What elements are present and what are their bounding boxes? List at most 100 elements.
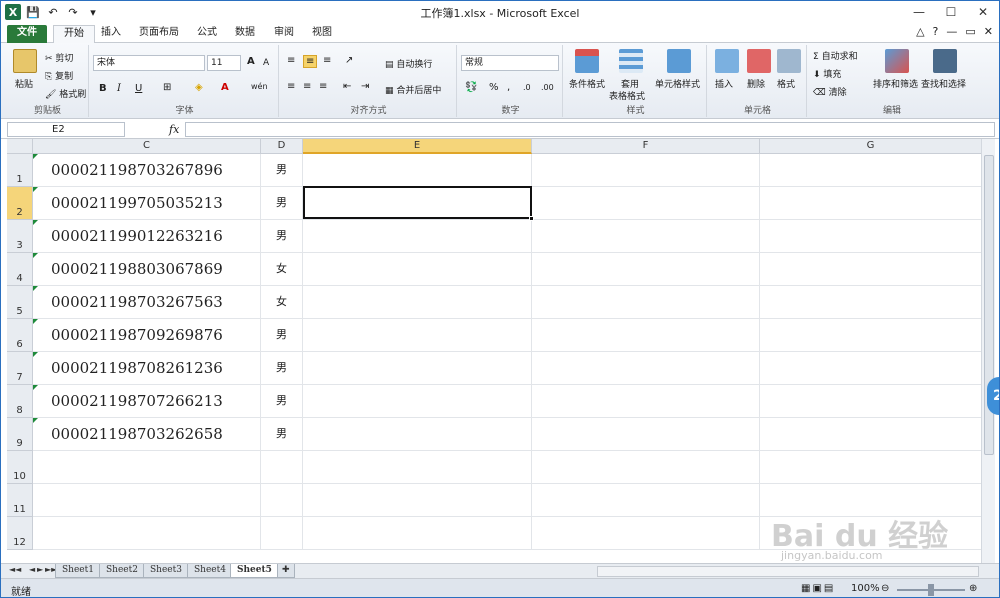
find-select-button[interactable]: 查找和选择 — [921, 77, 966, 90]
comma-button[interactable]: , — [507, 82, 510, 93]
row-header[interactable]: 7 — [7, 352, 33, 385]
doc-minimize-icon[interactable]: — — [946, 25, 957, 38]
borders-icon[interactable]: ⊞ — [163, 82, 171, 93]
empty-cell[interactable] — [532, 154, 760, 187]
empty-cell[interactable] — [532, 484, 760, 517]
doc-restore-icon[interactable]: ▭ — [965, 25, 975, 38]
font-color-icon[interactable]: A — [221, 82, 229, 93]
cell-id-number[interactable]: 000021198708261236 — [33, 352, 261, 385]
align-middle-icon[interactable]: ≡ — [303, 55, 318, 68]
paste-button[interactable]: 粘贴 — [15, 77, 33, 90]
empty-cell[interactable] — [303, 418, 532, 451]
column-header-d[interactable]: D — [261, 139, 303, 154]
empty-cell[interactable] — [303, 385, 532, 418]
format-as-table-icon[interactable] — [619, 49, 643, 73]
insert-cells-icon[interactable] — [715, 49, 739, 73]
cell-id-number[interactable] — [33, 517, 261, 550]
cell-id-number[interactable] — [33, 484, 261, 517]
align-center-icon[interactable]: ≡ — [303, 81, 311, 92]
empty-cell[interactable] — [532, 352, 760, 385]
cell-gender[interactable]: 男 — [261, 352, 303, 385]
underline-button[interactable]: U — [135, 83, 142, 94]
tab-page-layout[interactable]: 页面布局 — [129, 25, 189, 43]
sort-filter-icon[interactable] — [885, 49, 909, 73]
row-header[interactable]: 2 — [7, 187, 33, 220]
empty-cell[interactable] — [303, 286, 532, 319]
doc-close-icon[interactable]: ✕ — [984, 25, 993, 38]
empty-cell[interactable] — [760, 385, 982, 418]
help-icon[interactable]: ? — [933, 25, 939, 38]
cell-styles-button[interactable]: 单元格样式 — [655, 77, 700, 90]
cell-id-number[interactable]: 000021198703267563 — [33, 286, 261, 319]
format-painter-button[interactable]: 🖌 格式刷 — [45, 87, 86, 100]
row-header[interactable]: 5 — [7, 286, 33, 319]
find-select-icon[interactable] — [933, 49, 957, 73]
row-header[interactable]: 10 — [7, 451, 33, 484]
empty-cell[interactable] — [532, 187, 760, 220]
tab-view[interactable]: 视图 — [302, 25, 342, 43]
empty-cell[interactable] — [532, 286, 760, 319]
bold-button[interactable]: B — [99, 83, 107, 94]
empty-cell[interactable] — [303, 154, 532, 187]
cell-gender[interactable]: 男 — [261, 220, 303, 253]
column-header-g[interactable]: G — [760, 139, 982, 154]
fill-button[interactable]: ⬇ 填充 — [813, 67, 841, 80]
fill-handle[interactable] — [529, 216, 534, 221]
row-header[interactable]: 6 — [7, 319, 33, 352]
next-sheet-button[interactable]: ► — [37, 565, 43, 574]
column-header-e[interactable]: E — [303, 139, 532, 154]
delete-cells-icon[interactable] — [747, 49, 771, 73]
cell-gender[interactable]: 男 — [261, 187, 303, 220]
close-button[interactable]: ✕ — [967, 1, 999, 23]
sheet-tab-3[interactable]: Sheet3 — [143, 564, 189, 578]
select-all-corner[interactable] — [7, 139, 33, 154]
copy-button[interactable]: ⎘ 复制 — [45, 69, 73, 82]
empty-cell[interactable] — [760, 187, 982, 220]
paste-icon[interactable] — [13, 49, 37, 73]
phonetic-button[interactable]: wén — [251, 82, 268, 91]
cell-styles-icon[interactable] — [667, 49, 691, 73]
align-bottom-icon[interactable]: ≡ — [323, 55, 331, 66]
tab-insert[interactable]: 插入 — [91, 25, 131, 43]
column-header-f[interactable]: F — [532, 139, 760, 154]
empty-cell[interactable] — [303, 517, 532, 550]
delete-cells-button[interactable]: 删除 — [747, 77, 765, 90]
empty-cell[interactable] — [532, 385, 760, 418]
italic-button[interactable]: I — [117, 83, 121, 94]
zoom-out-icon[interactable]: ⊖ — [881, 583, 889, 594]
minimize-button[interactable]: — — [903, 1, 935, 23]
empty-cell[interactable] — [303, 253, 532, 286]
zoom-slider-thumb[interactable] — [928, 584, 934, 596]
row-header[interactable]: 12 — [7, 517, 33, 550]
empty-cell[interactable] — [760, 352, 982, 385]
row-header[interactable]: 9 — [7, 418, 33, 451]
cell-id-number[interactable]: 000021198703267896 — [33, 154, 261, 187]
insert-function-icon[interactable]: fx — [169, 123, 179, 136]
cut-button[interactable]: ✂ 剪切 — [45, 51, 73, 64]
shrink-font-button[interactable]: A — [263, 58, 269, 68]
empty-cell[interactable] — [303, 484, 532, 517]
empty-cell[interactable] — [303, 451, 532, 484]
sheet-tab-2[interactable]: Sheet2 — [99, 564, 145, 578]
cell-gender[interactable]: 男 — [261, 319, 303, 352]
wrap-text-button[interactable]: ▤ 自动换行 — [385, 57, 432, 70]
cell-gender[interactable] — [261, 517, 303, 550]
maximize-button[interactable]: ☐ — [935, 1, 967, 23]
empty-cell[interactable] — [303, 352, 532, 385]
number-format-select[interactable]: 常规 — [461, 55, 559, 71]
insert-sheet-icon[interactable]: ✚ — [277, 564, 295, 578]
percent-button[interactable]: % — [489, 82, 499, 93]
sheet-tab-4[interactable]: Sheet4 — [187, 564, 233, 578]
cell-id-number[interactable]: 000021198709269876 — [33, 319, 261, 352]
empty-cell[interactable] — [532, 319, 760, 352]
empty-cell[interactable] — [760, 154, 982, 187]
currency-icon[interactable]: 💱 — [465, 82, 477, 93]
conditional-format-button[interactable]: 条件格式 — [569, 77, 605, 90]
column-header-c[interactable]: C — [33, 139, 261, 154]
view-buttons-icon[interactable]: ▦▣▤ — [801, 583, 835, 594]
zoom-in-icon[interactable]: ⊕ — [969, 583, 977, 594]
collapse-ribbon-icon[interactable]: △ — [916, 25, 924, 38]
decrease-indent-icon[interactable]: ⇤ — [343, 81, 351, 92]
row-header[interactable]: 11 — [7, 484, 33, 517]
increase-indent-icon[interactable]: ⇥ — [361, 81, 369, 92]
